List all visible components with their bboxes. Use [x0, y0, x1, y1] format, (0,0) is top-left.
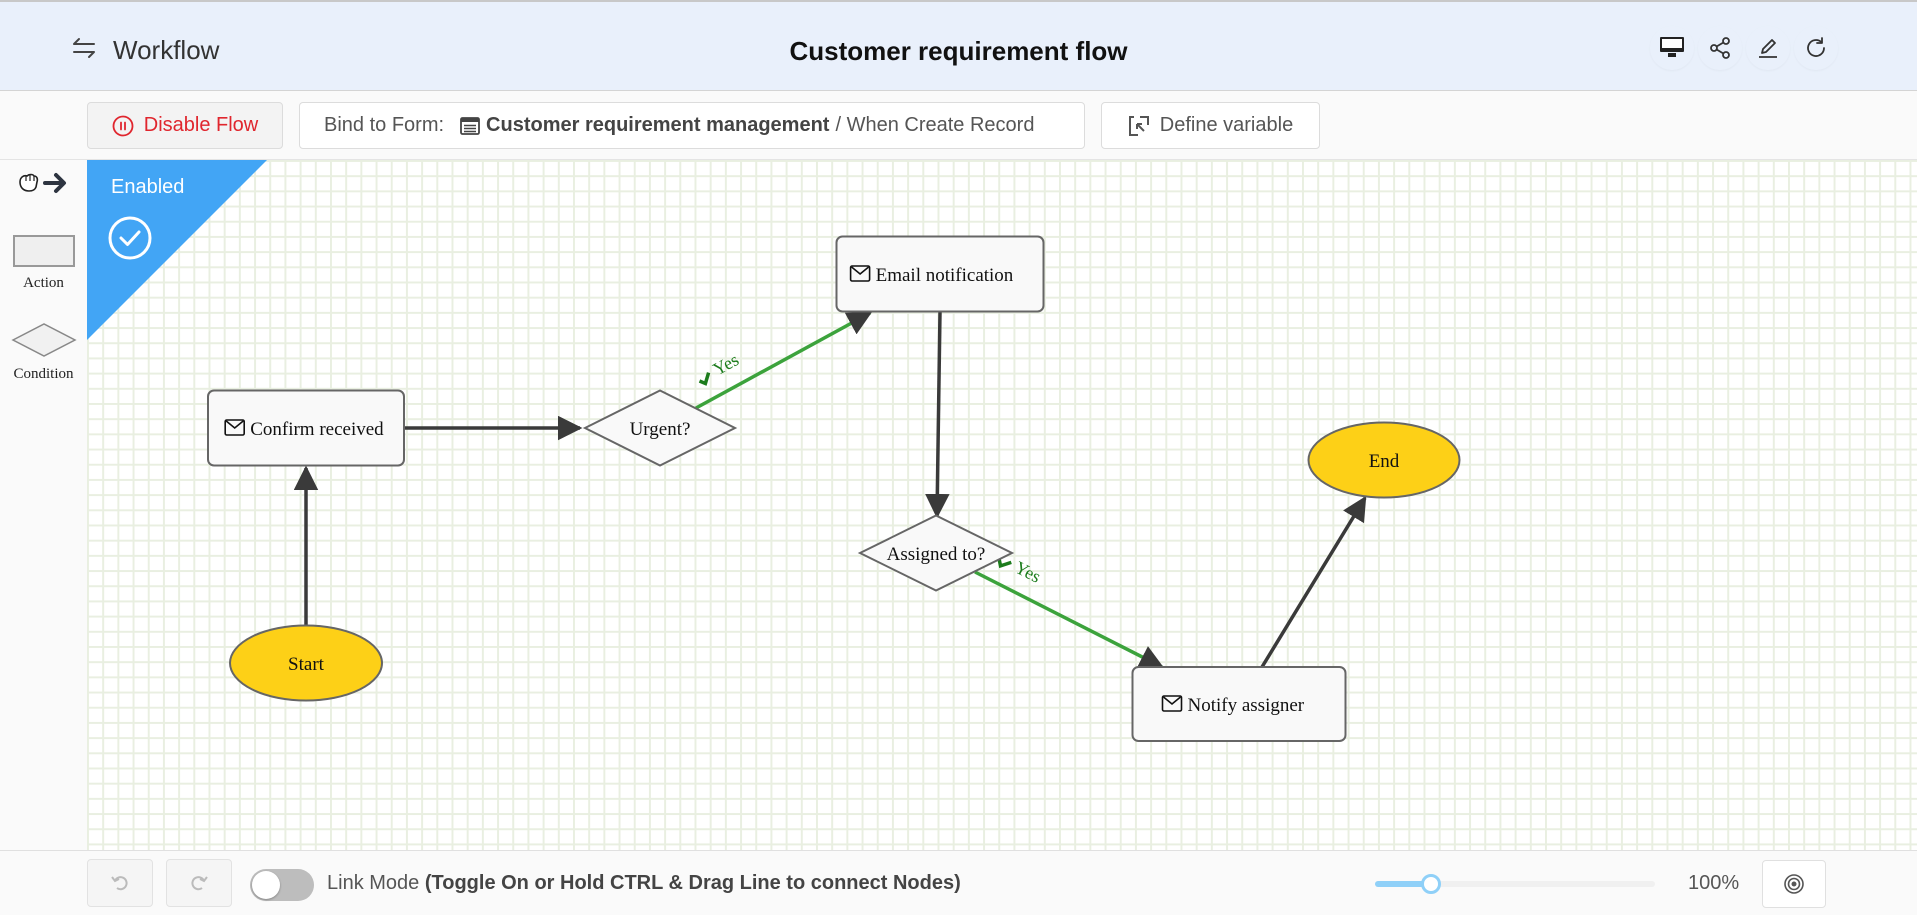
bind-prefix: Bind to Form:: [324, 114, 445, 136]
node-confirm[interactable]: Confirm received: [207, 389, 405, 467]
node-email[interactable]: Email notification: [835, 235, 1045, 313]
link-mode-toggle[interactable]: [250, 869, 314, 901]
fit-center-button[interactable]: [1762, 860, 1826, 908]
toolbar: Disable Flow Bind to Form: Customer requ…: [0, 91, 1917, 160]
node-end[interactable]: End: [1307, 421, 1461, 499]
node-urgent[interactable]: Urgent?: [582, 389, 738, 467]
zoom-slider[interactable]: [1375, 874, 1655, 894]
link-mode-hint: (Toggle On or Hold CTRL & Drag Line to c…: [424, 872, 961, 894]
link-mode-label: Link Mode (Toggle On or Hold CTRL & Drag…: [327, 872, 961, 895]
zoom-percent: 100%: [1688, 872, 1740, 894]
edge-email-to-assigned[interactable]: [925, 311, 950, 519]
node-label: Email notification: [876, 265, 1014, 286]
bottom-bar: Link Mode (Toggle On or Hold CTRL & Drag…: [0, 850, 1917, 915]
edit-icon: [1759, 39, 1777, 58]
node-label: Urgent?: [630, 419, 691, 440]
edge-label-text: Yes: [710, 349, 743, 379]
condition-shape-icon: [10, 323, 77, 357]
page-title: Customer requirement flow: [789, 36, 1128, 66]
refresh-icon: [1807, 37, 1825, 57]
disable-flow-label: Disable Flow: [143, 114, 259, 136]
arrow-right-icon: [43, 173, 66, 193]
desktop-icon: [1660, 37, 1684, 57]
swap-arrows-icon: [73, 38, 95, 58]
share-icon: [1710, 37, 1730, 59]
app-name: Workflow: [113, 35, 220, 65]
menu-toggle-button[interactable]: [70, 35, 100, 61]
form-icon: [460, 116, 480, 135]
define-variable-label: Define variable: [1159, 114, 1294, 136]
define-variable-button[interactable]: Define variable: [1101, 102, 1320, 149]
edge-label-text: Yes: [1012, 557, 1044, 587]
redo-button[interactable]: [166, 859, 232, 907]
undo-button[interactable]: [87, 859, 153, 907]
node-notify[interactable]: Notify assigner: [1131, 666, 1347, 742]
bind-form-button[interactable]: Bind to Form: Customer requirement manag…: [299, 102, 1085, 149]
preview-button[interactable]: [1650, 26, 1694, 70]
node-label: Start: [288, 654, 325, 675]
refresh-button[interactable]: [1794, 26, 1838, 70]
edit-button[interactable]: [1746, 26, 1790, 70]
palette-condition-label: Condition: [13, 366, 74, 382]
toggle-knob: [252, 871, 280, 899]
node-label: Notify assigner: [1188, 695, 1305, 716]
palette-condition[interactable]: Condition: [0, 322, 87, 383]
edge-label-yes: Yes: [698, 349, 743, 386]
node-label: Assigned to?: [887, 544, 986, 565]
palette-action[interactable]: Action: [0, 235, 87, 292]
disable-flow-button[interactable]: Disable Flow: [87, 102, 283, 149]
select-region-icon: [1128, 115, 1149, 136]
check-icon: [698, 372, 711, 386]
palette-action-label: Action: [23, 275, 64, 291]
app-header: Workflow Customer requirement flow: [0, 0, 1917, 91]
bind-trigger: / When Create Record: [835, 114, 1035, 136]
node-palette: Action Condition: [0, 160, 87, 850]
undo-icon: [111, 876, 128, 891]
bind-form-name: Customer requirement management: [486, 114, 830, 136]
edge-assigned-to-notify[interactable]: [974, 570, 1165, 669]
share-button[interactable]: [1698, 26, 1742, 70]
pause-circle-icon: [112, 115, 134, 136]
flow-diagram: Yes Yes Start Confirm received Urgent? Email…: [207, 235, 1461, 742]
zoom-slider-thumb[interactable]: [1421, 874, 1441, 894]
pan-tool-button[interactable]: [17, 170, 69, 196]
node-label: Confirm received: [250, 419, 384, 440]
link-mode-title: Link Mode: [327, 872, 420, 894]
node-start[interactable]: Start: [229, 624, 383, 702]
target-icon: [1784, 874, 1804, 894]
action-shape-icon: [12, 235, 75, 267]
node-label: End: [1369, 451, 1400, 472]
redo-icon: [191, 876, 208, 891]
flow-canvas[interactable]: Enabled Yes Yes Start Confirm received Urge…: [87, 160, 1917, 850]
hand-icon: [19, 173, 39, 192]
edge-notify-to-end[interactable]: [1260, 495, 1367, 668]
